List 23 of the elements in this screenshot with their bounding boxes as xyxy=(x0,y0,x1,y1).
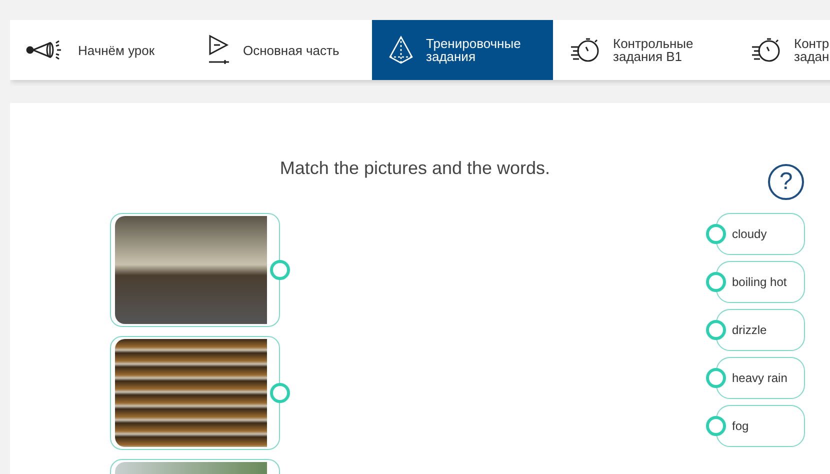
word-card[interactable]: boiling hot xyxy=(716,261,805,303)
lesson-tab[interactable]: Начнём урок xyxy=(10,20,191,80)
connector-handle[interactable] xyxy=(706,368,726,388)
instruction-text: Match the pictures and the words. xyxy=(280,157,550,180)
help-button[interactable]: ? xyxy=(768,164,804,200)
lesson-tab[interactable]: Контр задан xyxy=(734,20,830,80)
play-icon xyxy=(207,34,231,66)
word-card[interactable]: drizzle xyxy=(716,309,805,351)
picture-card[interactable] xyxy=(110,213,280,327)
lesson-tab[interactable]: Основная часть xyxy=(191,20,372,80)
pyramid-icon xyxy=(388,35,414,65)
lesson-tab[interactable]: Тренировочные задания xyxy=(372,20,553,80)
word-card[interactable]: heavy rain xyxy=(716,357,805,399)
connector-handle[interactable] xyxy=(706,416,726,436)
word-card[interactable]: fog xyxy=(716,405,805,447)
picture-card[interactable] xyxy=(110,336,280,450)
connector-handle[interactable] xyxy=(706,224,726,244)
connector-handle[interactable] xyxy=(706,272,726,292)
connector-handle[interactable] xyxy=(270,260,290,280)
connector-handle[interactable] xyxy=(270,383,290,403)
connector-handle[interactable] xyxy=(706,320,726,340)
word-card[interactable]: cloudy xyxy=(716,213,805,255)
lesson-tab[interactable]: Контрольные задания B1 xyxy=(553,20,734,80)
